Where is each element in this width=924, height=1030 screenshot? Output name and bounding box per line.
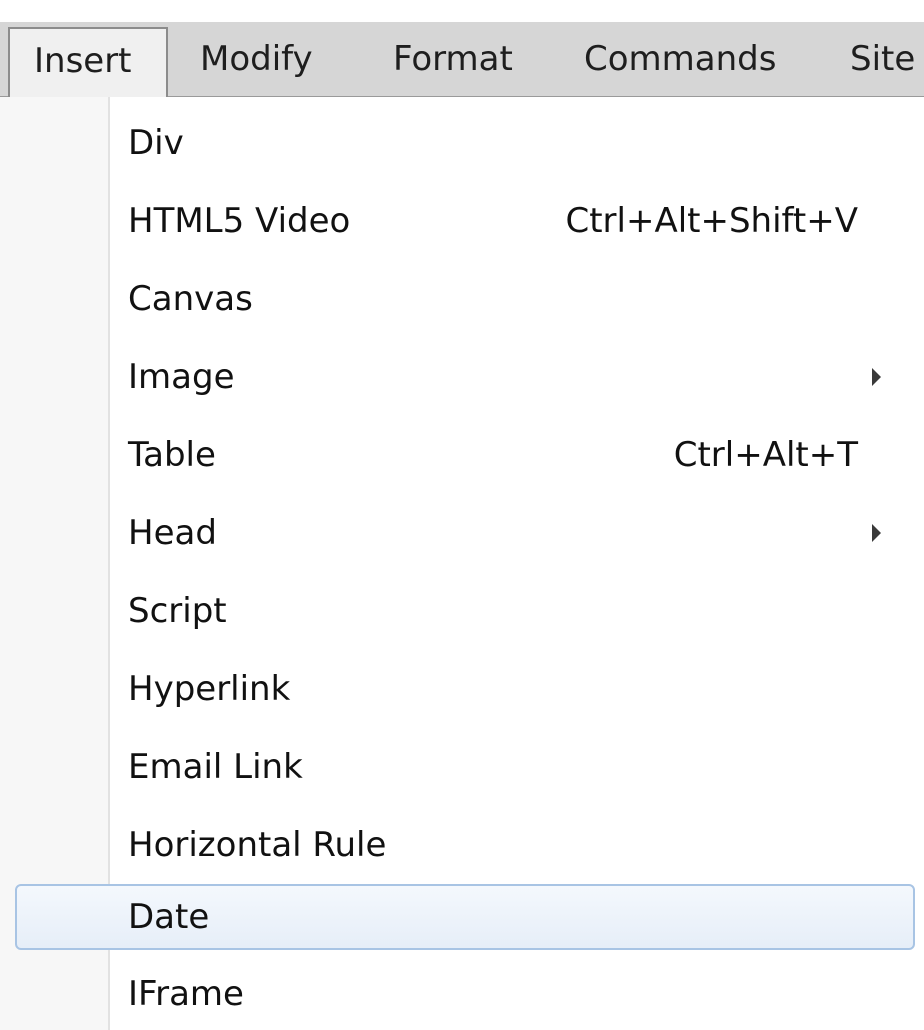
menu-item-label: HTML5 Video: [128, 201, 351, 241]
menu-item-label: Image: [128, 357, 235, 397]
menu-item-date[interactable]: Date: [0, 878, 924, 956]
menu-item-script[interactable]: Script: [0, 572, 924, 650]
menu-item-shortcut: Ctrl+Alt+T: [673, 435, 858, 475]
menu-modify[interactable]: Modify: [200, 22, 313, 97]
menu-item-shortcut: Ctrl+Alt+Shift+V: [565, 201, 858, 241]
menu-item-html5-video[interactable]: HTML5 Video Ctrl+Alt+Shift+V: [0, 182, 924, 260]
window-top-strip: [0, 0, 924, 22]
menu-item-email-link[interactable]: Email Link: [0, 728, 924, 806]
menu-bar: Insert Modify Format Commands Site: [0, 22, 924, 98]
menu-commands[interactable]: Commands: [584, 22, 776, 97]
menu-item-canvas[interactable]: Canvas: [0, 260, 924, 338]
insert-dropdown-menu: Div HTML5 Video Ctrl+Alt+Shift+V Canvas …: [0, 97, 924, 1030]
menu-insert[interactable]: Insert: [8, 27, 168, 98]
menu-item-label: Email Link: [128, 747, 303, 787]
menu-item-head[interactable]: Head: [0, 494, 924, 572]
menu-item-div[interactable]: Div: [0, 104, 924, 182]
menu-site[interactable]: Site: [850, 22, 915, 97]
menu-item-label: Date: [128, 897, 210, 937]
app-window: Insert Modify Format Commands Site Div H…: [0, 0, 924, 1030]
menu-item-label: Table: [128, 435, 216, 475]
menu-item-hyperlink[interactable]: Hyperlink: [0, 650, 924, 728]
menu-item-label: Div: [128, 123, 184, 163]
menu-item-label: IFrame: [128, 974, 244, 1014]
menu-item-label: Head: [128, 513, 217, 553]
submenu-arrow-icon: [872, 524, 881, 542]
menu-item-table[interactable]: Table Ctrl+Alt+T: [0, 416, 924, 494]
menu-item-label: Horizontal Rule: [128, 825, 387, 865]
menu-item-label: Script: [128, 591, 227, 631]
menu-item-iframe[interactable]: IFrame: [0, 955, 924, 1030]
menu-item-label: Canvas: [128, 279, 253, 319]
menu-item-image[interactable]: Image: [0, 338, 924, 416]
menu-format[interactable]: Format: [393, 22, 513, 97]
menu-item-horizontal-rule[interactable]: Horizontal Rule: [0, 806, 924, 884]
submenu-arrow-icon: [872, 368, 881, 386]
menu-item-label: Hyperlink: [128, 669, 291, 709]
